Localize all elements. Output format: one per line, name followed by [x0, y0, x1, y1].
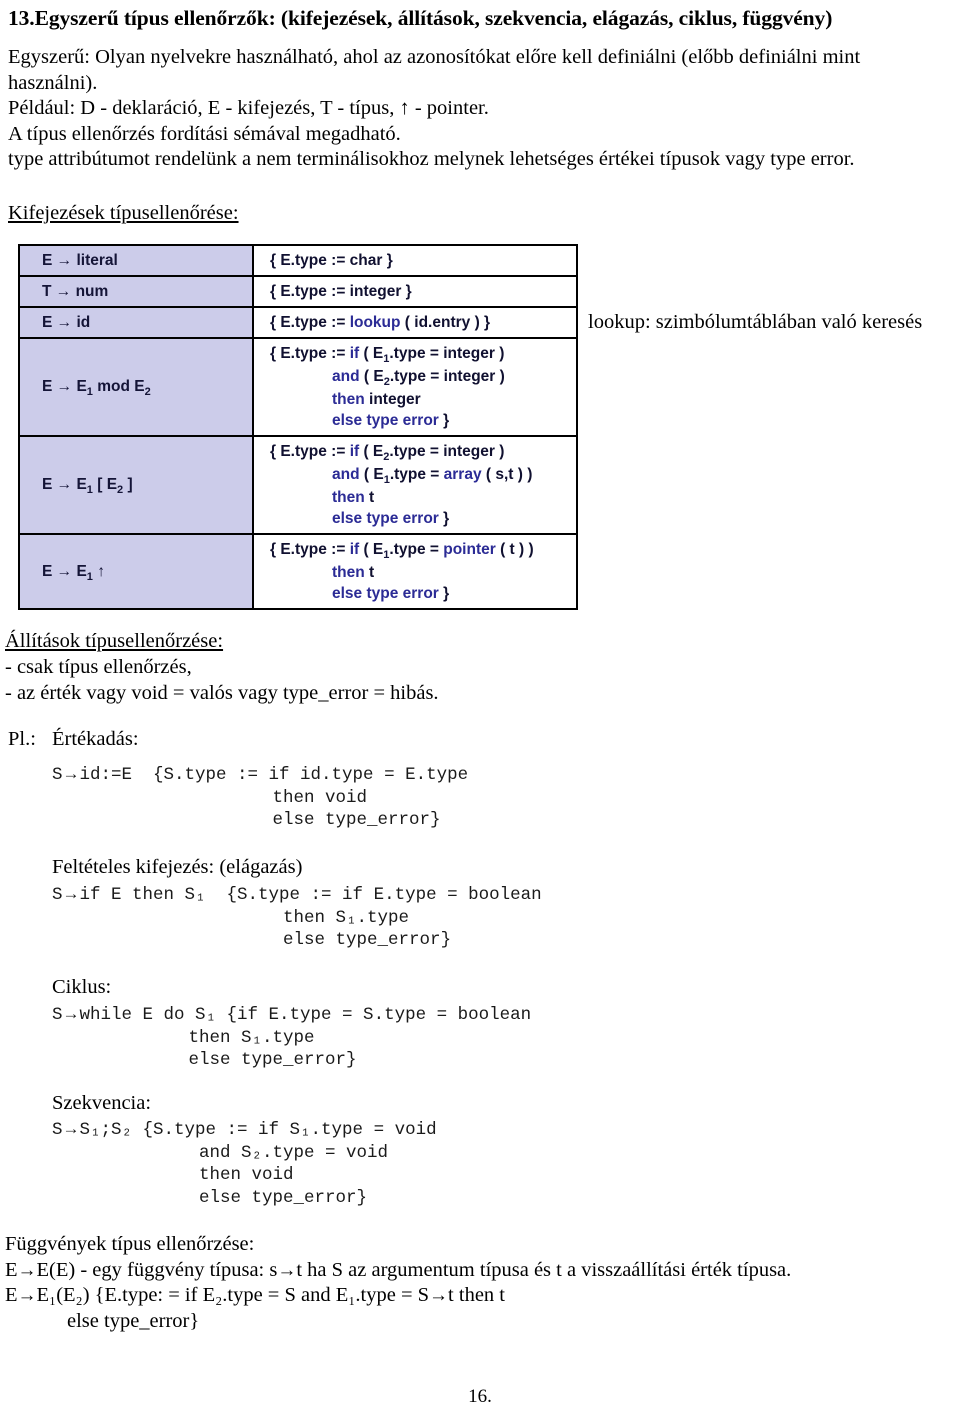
semantic-action: { E.type := if ( E1.type = pointer ( t )…	[252, 533, 578, 610]
intro-line-1: Egyszerű: Olyan nyelvekre használható, a…	[8, 46, 861, 94]
intro-line-3: A típus ellenőrzés fordítási sémával meg…	[8, 122, 401, 145]
production-lhs: E → E1 ↑	[18, 533, 254, 610]
production-lhs: E → E1 mod E2	[18, 337, 254, 437]
example-label: Pl.:	[8, 728, 36, 750]
assignment-code: S→id:=E {S.type := if id.type = E.type t…	[52, 764, 469, 830]
document-page: 13.Egyszerű típus ellenőrzők: (kifejezés…	[0, 0, 960, 1422]
table-row: T → num{ E.type := integer }	[18, 275, 578, 308]
intro-paragraph: Egyszerű: Olyan nyelvekre használható, a…	[8, 45, 954, 173]
sequence-code: S→S₁;S₂ {S.type := if S₁.type = void and…	[52, 1119, 437, 1208]
semantic-action: { E.type := if ( E1.type = integer ) and …	[252, 337, 578, 437]
functions-line-1: E→E(E) - egy függvény típusa: s→t ha S a…	[5, 1258, 792, 1281]
type-checking-table: E → literal{ E.type := char } T → num{ E.…	[18, 244, 578, 610]
table-row: E → E1 [ E2 ]{ E.type := if ( E2.type = …	[18, 435, 578, 535]
intro-line-2: Például: D - deklaráció, E - kifejezés, …	[8, 97, 489, 119]
intro-line-4: type attribútumot rendelünk a nem termin…	[8, 148, 855, 170]
conditional-code: S→if E then S₁ {S.type := if E.type = bo…	[52, 884, 542, 950]
functions-line-2: E→E₁(E₂) {E.type: = if E₂.type = S and E…	[5, 1284, 505, 1306]
production-lhs: E → E1 [ E2 ]	[18, 435, 254, 535]
conditional-heading: Feltételes kifejezés: (elágazás)	[52, 856, 303, 878]
semantic-action: { E.type := char }	[252, 244, 578, 277]
table-row: E → literal{ E.type := char }	[18, 244, 578, 277]
production-lhs: E → literal	[18, 244, 254, 277]
assignment-heading: Értékadás:	[52, 728, 139, 750]
semantic-action: { E.type := integer }	[252, 275, 578, 308]
production-lhs: T → num	[18, 275, 254, 308]
statements-bullet-2: - az érték vagy void = valós vagy type_e…	[5, 681, 439, 704]
statements-bullets: - csak típus ellenőrzés, - az érték vagy…	[5, 655, 439, 706]
table-row: E → E1 ↑{ E.type := if ( E1.type = point…	[18, 533, 578, 610]
loop-code: S→while E do S₁ {if E.type = S.type = bo…	[52, 1004, 532, 1070]
semantic-action: { E.type := if ( E2.type = integer ) and …	[252, 435, 578, 535]
production-lhs: E → id	[18, 306, 254, 339]
semantic-action: { E.type := lookup ( id.entry ) }	[252, 306, 578, 339]
statements-bullet-1: - csak típus ellenőrzés,	[5, 656, 192, 678]
sequence-heading: Szekvencia:	[52, 1092, 152, 1114]
loop-heading: Ciklus:	[52, 976, 112, 998]
table-row: E → id{ E.type := lookup ( id.entry ) }	[18, 306, 578, 339]
lookup-annotation: lookup: szimbólumtáblában való keresés	[588, 311, 923, 333]
expressions-heading: Kifejezések típusellenőrése:	[8, 202, 239, 224]
page-title: 13.Egyszerű típus ellenőrzők: (kifejezés…	[8, 6, 833, 30]
functions-block: Függvények típus ellenőrzése: E→E(E) - e…	[5, 1232, 955, 1334]
functions-line-3: else type_error}	[67, 1309, 200, 1332]
functions-heading: Függvények típus ellenőrzése:	[5, 1233, 255, 1255]
statements-heading: Állítások típusellenőrzése:	[5, 630, 224, 652]
page-number: 16.	[468, 1386, 492, 1407]
table-row: E → E1 mod E2{ E.type := if ( E1.type = …	[18, 337, 578, 437]
